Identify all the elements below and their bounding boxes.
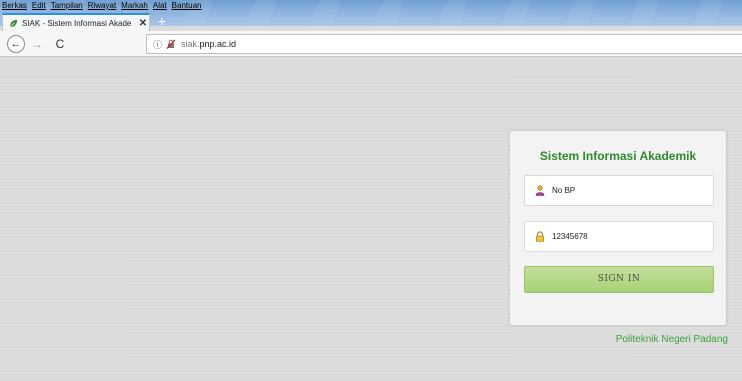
menu-item-berkas[interactable]: Berkas [2, 1, 27, 13]
page-content: Sistem Informasi Akademik No BP 12345678… [0, 76, 742, 381]
lock-icon [535, 231, 545, 242]
close-tab-icon[interactable]: ✕ [137, 18, 149, 29]
menu-item-tampilan[interactable]: Tampilan [51, 1, 83, 13]
url-host-prefix: siak. [181, 39, 200, 49]
menu-item-alat[interactable]: Alat [153, 1, 167, 13]
address-bar[interactable]: ⓘ siak.pnp.ac.id [146, 34, 742, 54]
menu-item-riwayat[interactable]: Riwayat [88, 1, 116, 13]
reload-button[interactable]: C [51, 35, 69, 53]
username-value: No BP [552, 186, 576, 195]
user-icon [535, 185, 545, 196]
menu-item-markah[interactable]: Markah [121, 1, 148, 13]
tab-title: SIAK - Sistem Informasi Akade [22, 18, 132, 28]
menu-bar: Berkas Edit Tampilan Riwayat Markah Alat… [2, 1, 201, 13]
username-field[interactable]: No BP [524, 175, 714, 206]
new-tab-button[interactable]: + [154, 13, 170, 29]
login-title: Sistem Informasi Akademik [539, 149, 697, 163]
browser-tab[interactable]: SIAK - Sistem Informasi Akade ✕ [2, 13, 150, 31]
menu-item-edit[interactable]: Edit [32, 1, 46, 13]
url-text: siak.pnp.ac.id [181, 39, 236, 49]
url-host-main: pnp.ac.id [199, 39, 237, 49]
forward-button[interactable]: → [28, 35, 46, 53]
info-icon[interactable]: ⓘ [153, 38, 162, 51]
leaf-icon [9, 19, 18, 28]
back-button[interactable]: ← [7, 35, 25, 53]
login-panel: Sistem Informasi Akademik No BP 12345678… [509, 130, 727, 326]
password-field[interactable]: 12345678 [524, 221, 714, 252]
navigation-bar: ← → C ⓘ siak.pnp.ac.id [0, 31, 742, 57]
insecure-lock-icon[interactable] [166, 39, 176, 49]
password-value: 12345678 [552, 232, 588, 241]
institution-link[interactable]: Politeknik Negeri Padang [616, 334, 728, 345]
sign-in-button[interactable]: SIGN IN [524, 266, 714, 293]
menu-item-bantuan[interactable]: Bantuan [172, 1, 202, 13]
